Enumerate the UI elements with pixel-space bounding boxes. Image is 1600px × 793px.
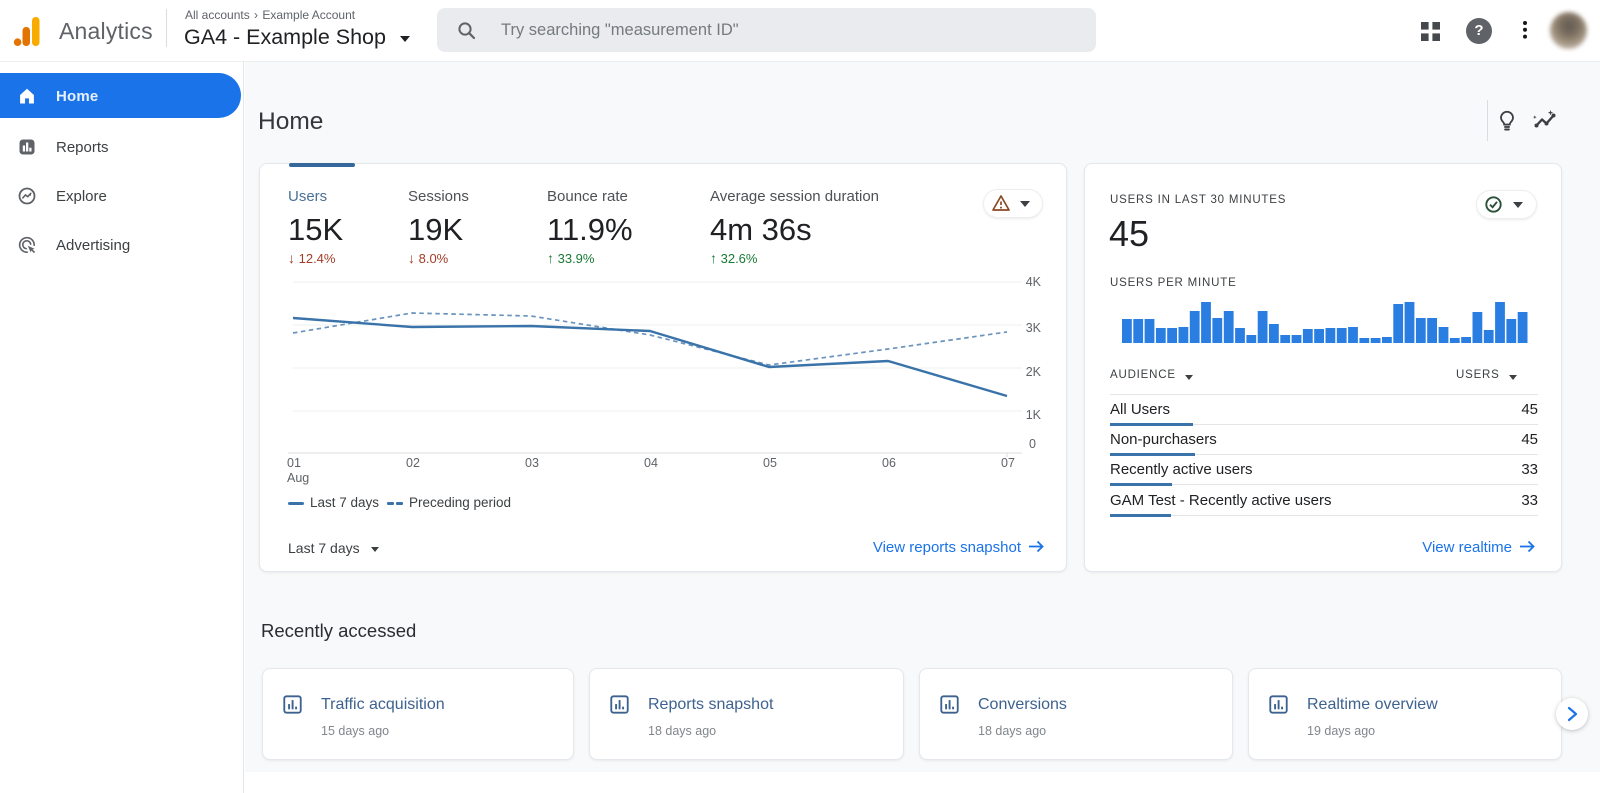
svg-text:4K: 4K (1026, 275, 1042, 289)
svg-text:02: 02 (406, 456, 420, 470)
svg-text:0: 0 (1029, 437, 1036, 451)
svg-text:3K: 3K (1026, 321, 1042, 335)
svg-text:04: 04 (644, 456, 658, 470)
svg-text:01: 01 (287, 456, 301, 470)
svg-text:06: 06 (882, 456, 896, 470)
svg-text:03: 03 (525, 456, 539, 470)
svg-text:2K: 2K (1026, 365, 1042, 379)
svg-text:1K: 1K (1026, 408, 1042, 422)
svg-text:07: 07 (1001, 456, 1015, 470)
svg-text:Aug: Aug (287, 471, 309, 485)
svg-text:05: 05 (763, 456, 777, 470)
